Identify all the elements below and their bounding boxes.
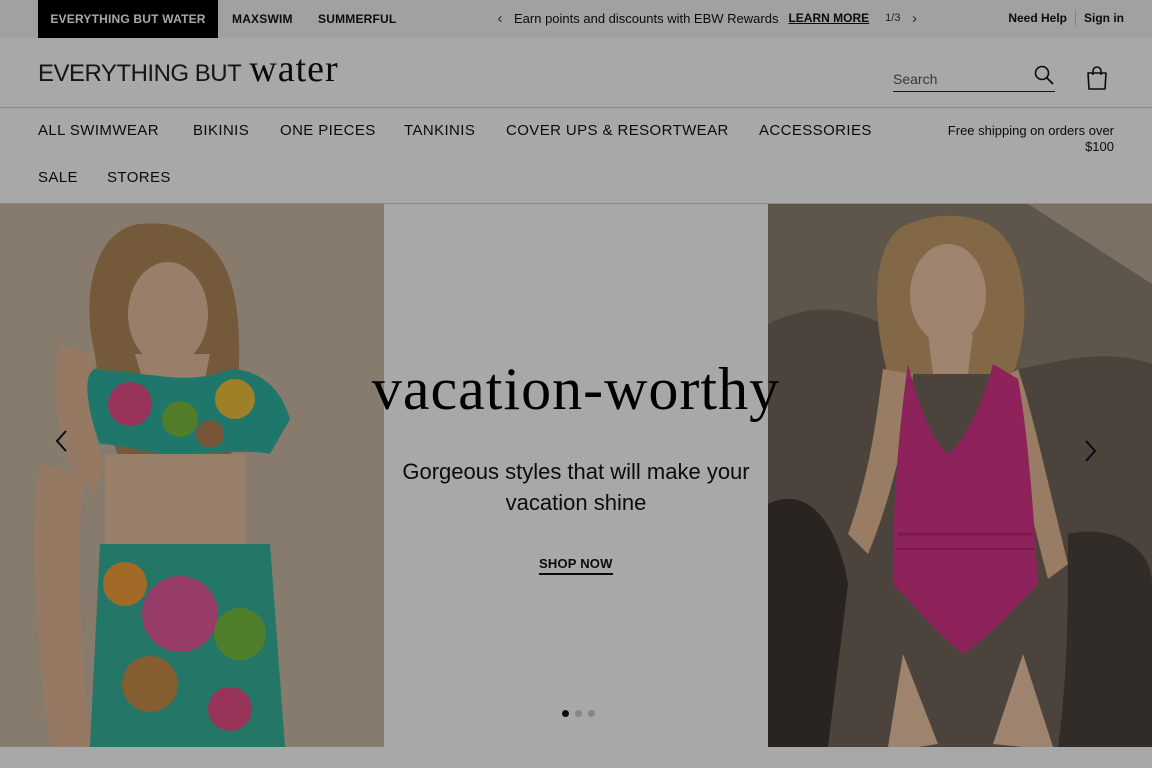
site-header: EVERYTHING BUT water <box>0 38 1152 108</box>
learn-more-link[interactable]: LEARN MORE <box>788 11 869 25</box>
need-help-link[interactable]: Need Help <box>1008 11 1067 25</box>
utility-links: Need Help Sign in <box>1008 0 1124 36</box>
model-tropical-print-image <box>0 204 384 747</box>
shopping-bag-icon[interactable] <box>1085 65 1109 91</box>
chevron-right-icon[interactable]: › <box>906 10 922 27</box>
brand-tab-ebw[interactable]: EVERYTHING BUT WATER <box>38 0 218 38</box>
chevron-left-icon[interactable] <box>52 428 72 454</box>
hero-image-left[interactable] <box>0 204 384 747</box>
logo-text-water: water <box>249 48 339 90</box>
promo-counter: 1/3 <box>885 12 901 24</box>
nav-item-stores[interactable]: STORES <box>107 169 171 186</box>
search-icon[interactable] <box>1033 64 1055 86</box>
main-nav: ALL SWIMWEAR BIKINIS ONE PIECES TANKINIS… <box>0 108 1152 204</box>
nav-item-sale[interactable]: SALE <box>38 169 78 186</box>
chevron-right-icon[interactable] <box>1080 438 1100 464</box>
nav-item-one-pieces[interactable]: ONE PIECES <box>280 122 376 139</box>
brand-tab-maxswim[interactable]: MAXSWIM <box>214 0 311 38</box>
sign-in-link[interactable]: Sign in <box>1084 11 1124 25</box>
nav-item-bikinis[interactable]: BIKINIS <box>193 122 249 139</box>
carousel-dot-2[interactable] <box>575 710 582 717</box>
carousel-dot-1[interactable] <box>562 710 569 717</box>
logo-text-everything-but: EVERYTHING BUT <box>38 60 242 87</box>
promo-text: Earn points and discounts with EBW Rewar… <box>514 10 779 26</box>
nav-item-tankinis[interactable]: TANKINIS <box>404 122 475 139</box>
page: EVERYTHING BUT WATER MAXSWIM SUMMERFUL ‹… <box>0 0 1152 768</box>
nav-item-all-swimwear[interactable]: ALL SWIMWEAR <box>38 122 159 139</box>
search-input[interactable] <box>893 71 1023 87</box>
chevron-left-icon[interactable]: ‹ <box>492 10 508 27</box>
nav-item-accessories[interactable]: ACCESSORIES <box>759 122 872 139</box>
shop-now-button[interactable]: SHOP NOW <box>539 556 613 575</box>
nav-item-cover-ups[interactable]: COVER UPS & RESORTWEAR <box>506 122 729 139</box>
search-box <box>893 64 1055 92</box>
utility-bar: EVERYTHING BUT WATER MAXSWIM SUMMERFUL ‹… <box>0 0 1152 38</box>
hero-subline: Gorgeous styles that will make your vaca… <box>402 459 750 515</box>
shipping-note: Free shipping on orders over $100 <box>947 123 1114 154</box>
promo-carousel: ‹ Earn points and discounts with EBW Rew… <box>492 0 922 36</box>
carousel-dot-3[interactable] <box>588 710 595 717</box>
divider <box>1075 10 1076 26</box>
carousel-dots <box>562 710 595 717</box>
hero-headline: vacation-worthy <box>371 356 781 422</box>
brand-tab-summerful[interactable]: SUMMERFUL <box>300 0 414 38</box>
site-logo[interactable]: EVERYTHING BUT water <box>38 48 339 90</box>
hero-image-right[interactable] <box>768 204 1152 747</box>
model-pink-swimsuit-image <box>768 204 1152 747</box>
